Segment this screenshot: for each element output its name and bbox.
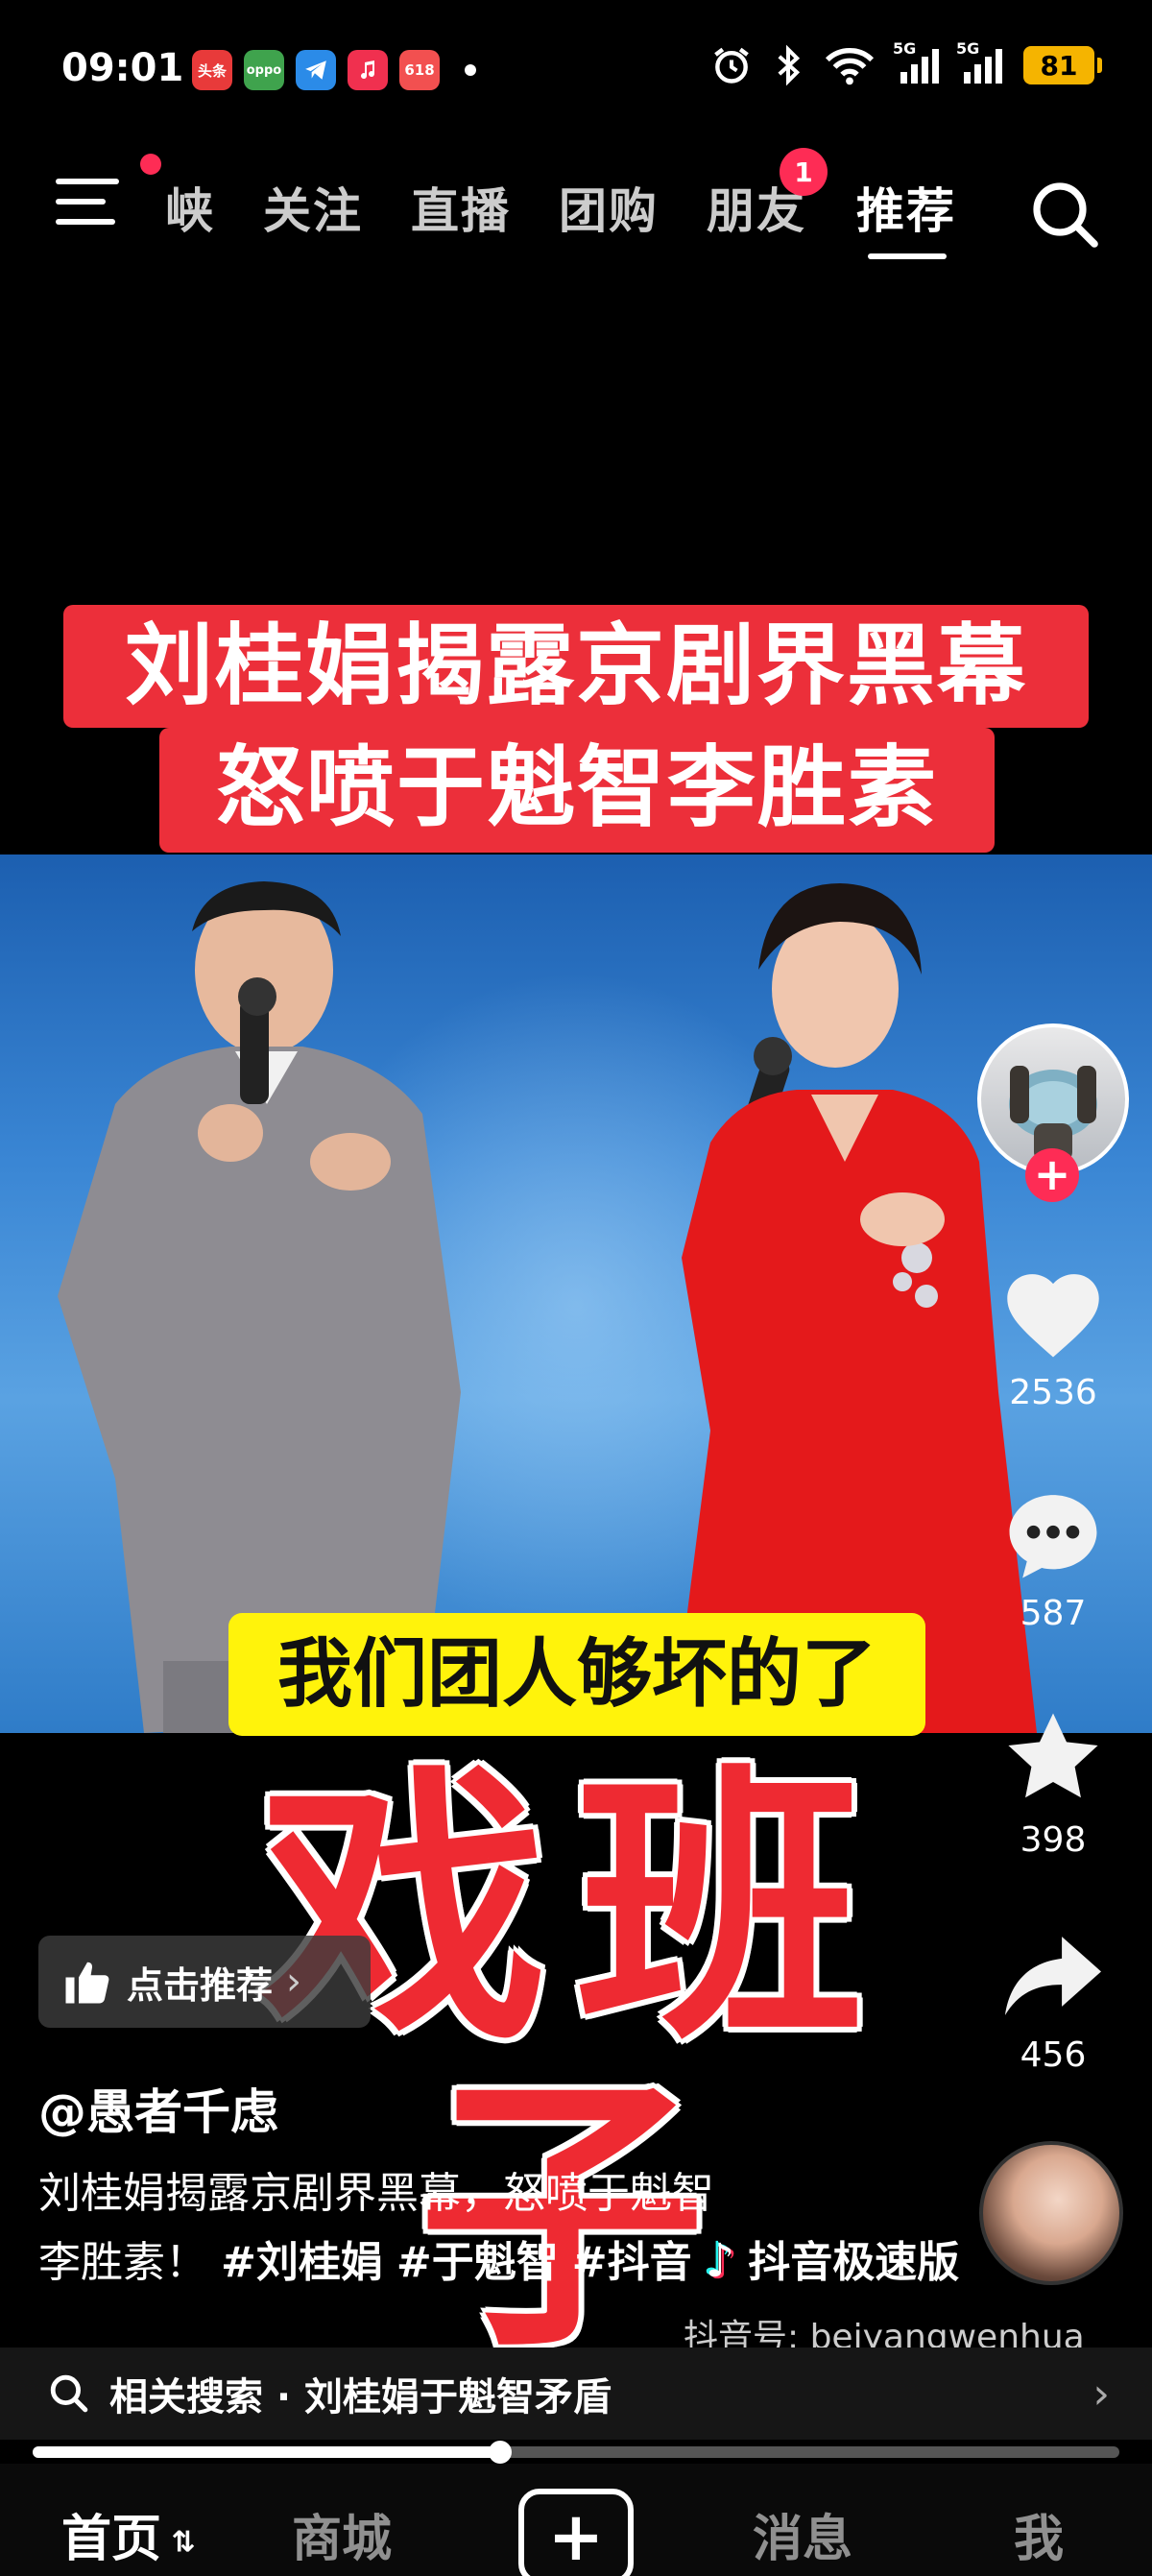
comment-count: 587 — [1020, 1594, 1087, 1633]
nav-home[interactable]: 首页 ⇅ — [61, 2498, 196, 2570]
nav-messages[interactable]: 消息 — [753, 2498, 852, 2570]
like-action[interactable]: 2536 — [976, 1265, 1130, 1412]
nav-mall[interactable]: 商城 — [292, 2498, 392, 2570]
oppo-app-icon: oppo — [244, 50, 284, 90]
wifi-icon — [825, 48, 875, 85]
watermark-brand: 抖音极速版 — [748, 2238, 960, 2287]
search-icon[interactable] — [1025, 175, 1102, 252]
tab-group-buy[interactable]: 团购 — [559, 173, 659, 242]
recommend-label: 点击推荐 — [127, 1963, 274, 2007]
heart-icon — [1007, 1274, 1099, 1358]
bottom-navigation: 首页 ⇅ 商城 + 消息 我 — [0, 2464, 1152, 2576]
create-post-button[interactable]: + — [518, 2489, 634, 2576]
progress-fill — [33, 2446, 500, 2458]
signal-5g-icon-1: 5G — [893, 39, 939, 84]
tab-following[interactable]: 关注 — [263, 173, 363, 242]
related-search-bar[interactable]: 相关搜索 · 刘桂娟于魁智矛盾 › — [0, 2347, 1152, 2440]
hashtag[interactable]: #刘桂娟 — [221, 2238, 383, 2287]
chevron-right-icon: › — [286, 1960, 302, 2004]
comment-icon — [1009, 1495, 1097, 1578]
share-arrow-icon — [1005, 1937, 1101, 2015]
tab-recommend[interactable]: 推荐 — [856, 173, 956, 242]
favorite-count: 398 — [1020, 1820, 1087, 1860]
telegram-app-icon — [296, 50, 336, 90]
signal-5g-icon-2: 5G — [956, 39, 1002, 84]
music-disc-avatar[interactable] — [979, 2141, 1123, 2285]
share-count: 456 — [1020, 2035, 1087, 2075]
video-title-line-2: 怒喷于魁智李胜素 — [159, 728, 995, 853]
music-app-icon — [348, 50, 388, 90]
more-notifications-dot — [465, 64, 476, 76]
comment-action[interactable]: 587 — [976, 1486, 1130, 1633]
system-icons: 5G 5G 81 — [710, 39, 1102, 86]
hashtag[interactable]: #抖音 — [572, 2238, 692, 2287]
like-count: 2536 — [1009, 1373, 1097, 1412]
thumbs-up-icon — [65, 1962, 109, 2004]
video-title-line-1: 刘桂娟揭露京剧界黑幕 — [63, 605, 1089, 728]
tab-region[interactable]: 峡 — [165, 173, 215, 242]
star-icon — [1008, 1713, 1098, 1798]
search-icon — [50, 2374, 88, 2413]
status-bar: 09:01 头条 oppo 618 5G 5G 81 — [0, 0, 1152, 144]
menu-icon[interactable] — [56, 179, 123, 236]
video-subtitle: 我们团人够坏的了 — [228, 1613, 925, 1736]
shopping-618-app-icon: 618 — [399, 50, 440, 90]
related-search-text: 相关搜索 · 刘桂娟于魁智矛盾 — [109, 2375, 612, 2420]
tiktok-logo-icon: ♪ — [705, 2234, 735, 2288]
tab-live[interactable]: 直播 — [411, 173, 511, 242]
chevron-right-icon: › — [1092, 2369, 1110, 2419]
top-navigation: 峡 关注 直播 团购 朋友 1 推荐 — [0, 148, 1152, 269]
share-action[interactable]: 456 — [976, 1928, 1130, 2075]
notification-icons: 头条 oppo 618 — [192, 50, 476, 90]
clock: 09:01 — [61, 46, 184, 90]
description-line-2: 李胜素！ #刘桂娟 #于魁智 #抖音 ♪ 抖音极速版 — [38, 2234, 960, 2288]
author-name[interactable]: @愚者千虑 — [38, 2074, 278, 2143]
hashtag[interactable]: #于魁智 — [396, 2238, 559, 2287]
recommend-button[interactable]: 点击推荐 › — [38, 1936, 371, 2028]
video-description: 刘桂娟揭露京剧界黑幕，怒喷于魁智 李胜素！ #刘桂娟 #于魁智 #抖音 ♪ 抖音… — [38, 2160, 998, 2297]
nav-me[interactable]: 我 — [1014, 2498, 1064, 2570]
friends-badge: 1 — [780, 148, 828, 196]
description-line-1: 刘桂娟揭露京剧界黑幕，怒喷于魁智 — [38, 2169, 714, 2218]
bluetooth-icon — [778, 44, 801, 86]
refresh-arrows-icon: ⇅ — [161, 2525, 196, 2560]
toutiao-app-icon: 头条 — [192, 50, 232, 90]
alarm-icon — [714, 47, 749, 84]
follow-button[interactable]: + — [1025, 1148, 1079, 1202]
progress-handle[interactable] — [488, 2441, 512, 2464]
favorite-action[interactable]: 398 — [976, 1709, 1130, 1860]
video-progress-bar[interactable] — [33, 2441, 1119, 2464]
active-tab-indicator — [868, 253, 947, 259]
battery-icon: 81 — [1023, 46, 1102, 84]
menu-notification-dot — [140, 154, 161, 175]
